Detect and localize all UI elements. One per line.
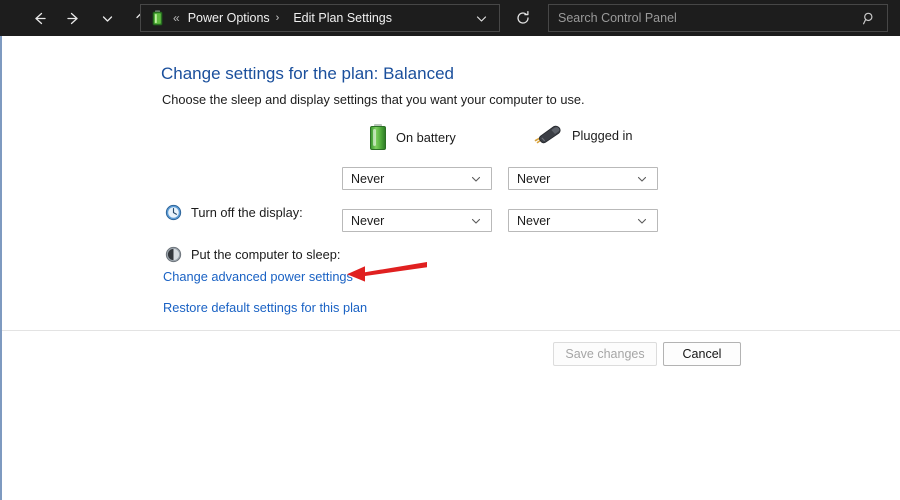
forward-button[interactable] bbox=[56, 0, 90, 36]
dropdown-value: Never bbox=[351, 213, 385, 228]
row-label-text: Turn off the display: bbox=[191, 205, 303, 220]
row-label-turn-off-display: Turn off the display: bbox=[165, 204, 303, 221]
column-header-label: On battery bbox=[396, 129, 456, 145]
dropdown-put-computer-to-sleep-on-battery[interactable]: Never bbox=[342, 209, 492, 232]
row-label-put-computer-to-sleep: Put the computer to sleep: bbox=[165, 246, 340, 263]
breadcrumb-separator: › bbox=[275, 12, 280, 24]
recent-locations-button[interactable] bbox=[90, 0, 124, 36]
chevron-down-icon[interactable] bbox=[636, 215, 648, 227]
column-header-on-battery: On battery bbox=[370, 124, 456, 150]
dropdown-value: Never bbox=[351, 171, 385, 186]
page-subtitle: Choose the sleep and display settings th… bbox=[162, 92, 585, 107]
dropdown-value: Never bbox=[517, 213, 551, 228]
breadcrumb-address-field[interactable]: « Power Options › Edit Plan Settings bbox=[140, 4, 500, 32]
moon-icon bbox=[165, 246, 182, 263]
cancel-button[interactable]: Cancel bbox=[663, 342, 741, 366]
power-plug-icon bbox=[532, 124, 562, 146]
control-panel-window: « Power Options › Edit Plan Settings Sea… bbox=[0, 0, 900, 500]
row-label-text: Put the computer to sleep: bbox=[191, 247, 341, 262]
page-content: Change settings for the plan: Balanced C… bbox=[2, 36, 900, 500]
search-icon[interactable] bbox=[862, 11, 877, 26]
save-changes-button[interactable]: Save changes bbox=[553, 342, 657, 366]
back-button[interactable] bbox=[22, 0, 56, 36]
dropdown-turn-off-display-on-battery[interactable]: Never bbox=[342, 167, 492, 190]
breadcrumb-item-edit-plan-settings[interactable]: Edit Plan Settings bbox=[293, 11, 392, 25]
footer-divider bbox=[2, 330, 900, 331]
link-restore-default-settings[interactable]: Restore default settings for this plan bbox=[163, 300, 367, 315]
breadcrumb-overflow[interactable]: « bbox=[173, 11, 180, 25]
dropdown-turn-off-display-plugged-in[interactable]: Never bbox=[508, 167, 658, 190]
chevron-down-icon[interactable] bbox=[470, 173, 482, 185]
dropdown-value: Never bbox=[517, 171, 551, 186]
search-input[interactable]: Search Control Panel bbox=[558, 11, 677, 25]
dropdown-put-computer-to-sleep-plugged-in[interactable]: Never bbox=[508, 209, 658, 232]
annotation-arrow-icon bbox=[345, 260, 429, 286]
address-bar: « Power Options › Edit Plan Settings Sea… bbox=[0, 0, 900, 36]
battery-icon bbox=[370, 124, 386, 150]
page-title: Change settings for the plan: Balanced bbox=[161, 64, 454, 83]
clock-icon bbox=[165, 204, 182, 221]
battery-icon bbox=[149, 9, 167, 27]
column-header-plugged-in: Plugged in bbox=[532, 124, 632, 146]
column-header-label: Plugged in bbox=[572, 127, 633, 143]
refresh-icon[interactable] bbox=[508, 4, 538, 32]
chevron-down-icon[interactable] bbox=[636, 173, 648, 185]
chevron-down-icon[interactable] bbox=[474, 11, 489, 26]
link-change-advanced-power-settings[interactable]: Change advanced power settings bbox=[163, 269, 353, 284]
breadcrumb-item-power-options[interactable]: Power Options bbox=[188, 11, 270, 25]
chevron-down-icon[interactable] bbox=[470, 215, 482, 227]
search-control-panel-box[interactable]: Search Control Panel bbox=[548, 4, 888, 32]
